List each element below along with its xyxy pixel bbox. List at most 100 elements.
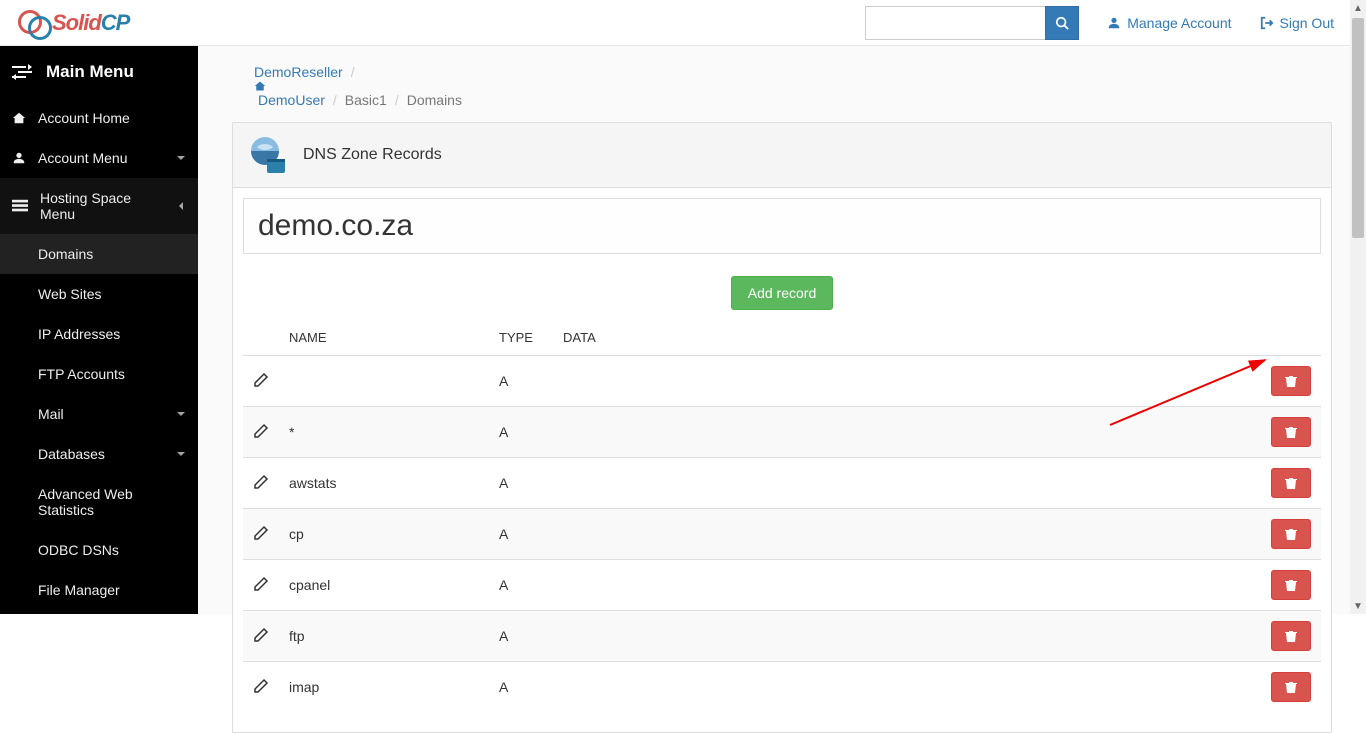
edit-button[interactable] bbox=[253, 474, 269, 490]
cell-name bbox=[279, 356, 489, 407]
delete-button[interactable] bbox=[1271, 417, 1311, 447]
sidebar-title: Main Menu bbox=[0, 46, 198, 98]
sidebar-sub-file-manager[interactable]: File Manager bbox=[0, 570, 198, 610]
user-icon bbox=[12, 151, 26, 165]
sidebar-item-label: FTP Accounts bbox=[38, 366, 125, 382]
brand-mark-icon bbox=[18, 10, 48, 36]
sidebar-title-label: Main Menu bbox=[46, 62, 134, 82]
sidebar-sub-web-sites[interactable]: Web Sites bbox=[0, 274, 198, 314]
user-icon bbox=[1107, 16, 1121, 30]
delete-button[interactable] bbox=[1271, 519, 1311, 549]
delete-button[interactable] bbox=[1271, 570, 1311, 600]
sidebar-item-label: Hosting Space Menu bbox=[40, 190, 164, 222]
edit-button[interactable] bbox=[253, 576, 269, 592]
sidebar-item-label: Mail bbox=[38, 406, 64, 422]
sidebar-item-label: Account Menu bbox=[38, 150, 128, 166]
scroll-up-icon[interactable]: ▲ bbox=[1350, 0, 1366, 16]
sidebar-item-hosting-space-menu[interactable]: Hosting Space Menu bbox=[0, 178, 198, 234]
cell-type: A bbox=[489, 458, 553, 509]
cell-data bbox=[553, 458, 1261, 509]
table-row: cpanelA bbox=[243, 560, 1321, 611]
table-row: A bbox=[243, 356, 1321, 407]
cell-type: A bbox=[489, 356, 553, 407]
breadcrumb-label: DemoReseller bbox=[254, 64, 343, 80]
cell-name: cpanel bbox=[279, 560, 489, 611]
table-row: cpA bbox=[243, 509, 1321, 560]
sign-out-label: Sign Out bbox=[1280, 15, 1334, 31]
search-input[interactable] bbox=[865, 6, 1045, 40]
delete-button[interactable] bbox=[1271, 672, 1311, 702]
scroll-down-icon[interactable]: ▼ bbox=[1350, 598, 1366, 614]
cell-data bbox=[553, 560, 1261, 611]
add-record-button[interactable]: Add record bbox=[731, 276, 833, 310]
edit-button[interactable] bbox=[253, 423, 269, 439]
sidebar-sub-databases[interactable]: Databases bbox=[0, 434, 198, 474]
edit-button[interactable] bbox=[253, 627, 269, 643]
sidebar-sub-mail[interactable]: Mail bbox=[0, 394, 198, 434]
sidebar-item-label: Databases bbox=[38, 446, 105, 462]
sidebar-item-label: Domains bbox=[38, 246, 93, 262]
page-title: DNS Zone Records bbox=[303, 146, 442, 164]
vertical-scrollbar[interactable]: ▲ ▼ bbox=[1350, 0, 1366, 614]
edit-button[interactable] bbox=[253, 678, 269, 694]
sidebar-item-label: Web Sites bbox=[38, 286, 102, 302]
cell-name: awstats bbox=[279, 458, 489, 509]
cell-name: ftp bbox=[279, 611, 489, 662]
sidebar-sub-odbc-dsns[interactable]: ODBC DSNs bbox=[0, 530, 198, 570]
sidebar-item-label: Advanced Web Statistics bbox=[38, 486, 186, 518]
home-icon bbox=[254, 80, 1332, 92]
dns-panel: DNS Zone Records demo.co.za Add record N… bbox=[232, 122, 1332, 733]
sidebar-item-account-menu[interactable]: Account Menu bbox=[0, 138, 198, 178]
home-icon bbox=[12, 111, 26, 125]
breadcrumb-label: Basic1 bbox=[345, 92, 387, 108]
manage-account-label: Manage Account bbox=[1127, 15, 1231, 31]
breadcrumb-label: DemoUser bbox=[258, 92, 325, 108]
edit-button[interactable] bbox=[253, 525, 269, 541]
edit-button[interactable] bbox=[253, 372, 269, 388]
search-icon bbox=[1055, 16, 1069, 30]
sidebar-sub-domains[interactable]: Domains bbox=[0, 234, 198, 274]
th-data: DATA bbox=[553, 320, 1261, 356]
sidebar-sub-ip-addresses[interactable]: IP Addresses bbox=[0, 314, 198, 354]
panel-header: DNS Zone Records bbox=[233, 123, 1331, 188]
table-row: imapA bbox=[243, 662, 1321, 713]
layers-icon bbox=[12, 199, 28, 213]
table-row: awstatsA bbox=[243, 458, 1321, 509]
delete-button[interactable] bbox=[1271, 621, 1311, 651]
delete-button[interactable] bbox=[1271, 366, 1311, 396]
domain-name-box: demo.co.za bbox=[243, 198, 1321, 254]
table-row: ftpA bbox=[243, 611, 1321, 662]
delete-button[interactable] bbox=[1271, 468, 1311, 498]
cell-name: * bbox=[279, 407, 489, 458]
breadcrumb-domains: Domains bbox=[407, 92, 462, 108]
cell-type: A bbox=[489, 611, 553, 662]
brand-text-suffix: CP bbox=[101, 10, 130, 36]
sidebar-item-label: File Manager bbox=[38, 582, 120, 598]
sign-out-link[interactable]: Sign Out bbox=[1246, 15, 1348, 31]
sidebar-sub-ftp-accounts[interactable]: FTP Accounts bbox=[0, 354, 198, 394]
cell-data bbox=[553, 356, 1261, 407]
sidebar-item-label: IP Addresses bbox=[38, 326, 120, 342]
manage-account-link[interactable]: Manage Account bbox=[1093, 15, 1245, 31]
sidebar-sub-advanced-web-statistics[interactable]: Advanced Web Statistics bbox=[0, 474, 198, 530]
cell-type: A bbox=[489, 662, 553, 713]
th-type: TYPE bbox=[489, 320, 553, 356]
globe-icon bbox=[245, 133, 289, 177]
cell-type: A bbox=[489, 560, 553, 611]
sidebar-item-label: ODBC DSNs bbox=[38, 542, 119, 558]
sidebar-item-account-home[interactable]: Account Home bbox=[0, 98, 198, 138]
cell-data bbox=[553, 611, 1261, 662]
table-row: *A bbox=[243, 407, 1321, 458]
th-name: NAME bbox=[279, 320, 489, 356]
brand-logo[interactable]: SolidCP bbox=[18, 10, 129, 36]
content: DemoReseller/DemoUser/Basic1/Domains DNS… bbox=[198, 46, 1366, 614]
cell-name: imap bbox=[279, 662, 489, 713]
cell-data bbox=[553, 407, 1261, 458]
scroll-thumb[interactable] bbox=[1352, 18, 1364, 238]
cell-type: A bbox=[489, 509, 553, 560]
breadcrumb-demoreseller[interactable]: DemoReseller bbox=[254, 64, 343, 80]
cell-name: cp bbox=[279, 509, 489, 560]
search-button[interactable] bbox=[1045, 6, 1079, 40]
signout-icon bbox=[1260, 16, 1274, 30]
chevron-left-icon bbox=[176, 201, 186, 211]
